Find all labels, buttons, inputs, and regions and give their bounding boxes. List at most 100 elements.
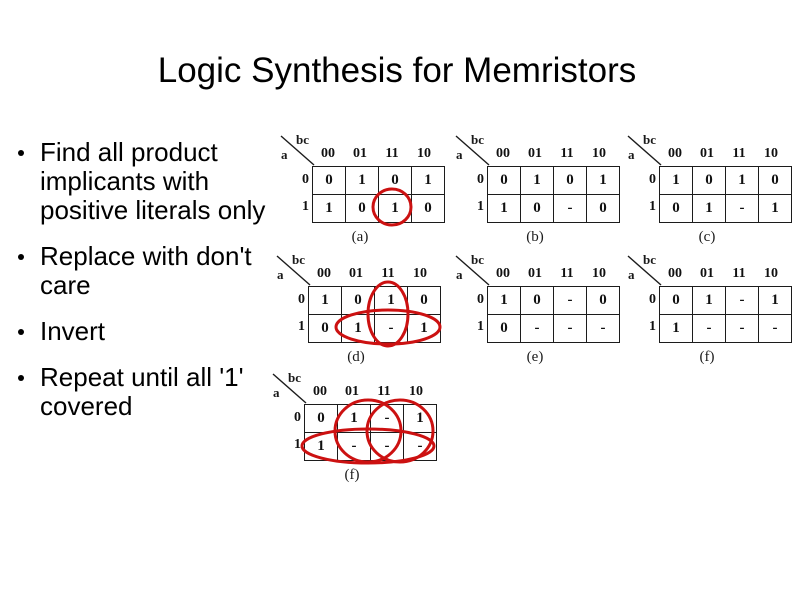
kmap-grid: 01011010 [312, 166, 445, 223]
kmap-cell: 0 [312, 166, 346, 195]
karnaugh-map-f1: bc a 00 01 11 10 0 1 0 1-1 1- - - (f) [627, 252, 792, 365]
list-item-label: Find all product implicants with positiv… [40, 137, 266, 225]
kmap-column-headers: 00 01 11 10 [487, 266, 615, 282]
table-row: 1010 [312, 194, 445, 223]
kmap-column-header: 10 [764, 266, 778, 281]
kmap-column-header: 01 [528, 146, 542, 161]
kmap-cell: 1 [304, 432, 338, 461]
kmap-column-header: 11 [377, 384, 391, 399]
kmap-cell: 0 [758, 166, 792, 195]
kmap-column-header: 11 [560, 146, 574, 161]
list-item: Find all product implicants with positiv… [18, 138, 270, 225]
kmap-col-axis-label: bc [292, 252, 305, 267]
kmap-cell: - [692, 314, 726, 343]
kmap-row-headers: 01 [467, 166, 484, 220]
kmap-row-headers: 01 [467, 286, 484, 340]
kmap-cell: 0 [586, 194, 620, 223]
kmap-cell: 0 [407, 286, 441, 315]
kmap-cell: 1 [374, 286, 408, 315]
kmap-caption: (a) [351, 229, 369, 245]
kmap-column-header: 00 [496, 266, 510, 281]
kmap-column-headers: 00 01 11 10 [659, 266, 787, 282]
kmap-column-headers: 00 01 11 10 [304, 384, 432, 400]
kmap-cell: 0 [692, 166, 726, 195]
kmap-cell: 1 [308, 286, 342, 315]
kmap-cell: 1 [692, 286, 726, 315]
karnaugh-map-a: bc a 00 01 11 10 0 1 0 1 0 1 1 0 1 0 (a) [280, 132, 445, 245]
kmap-column-headers: 00 01 11 10 [487, 146, 615, 162]
kmap-cell: - [520, 314, 554, 343]
kmap-column-header: 01 [349, 266, 363, 281]
kmap-grid: 101001-1 [308, 286, 441, 343]
kmap-cell: - [403, 432, 437, 461]
table-row: 0--- [487, 314, 620, 343]
kmap-col-axis-label: bc [643, 132, 656, 147]
table-row: 10-0 [487, 286, 620, 315]
kmap-cell: 1 [520, 166, 554, 195]
kmap-row-headers: 01 [288, 286, 305, 340]
table-row: 1--- [304, 432, 437, 461]
kmap-caption: (e) [526, 349, 544, 365]
kmap-cell: 0 [553, 166, 587, 195]
table-row: 1010 [659, 166, 792, 195]
kmap-row-header: 0 [649, 292, 656, 307]
kmap-row-headers: 01 [284, 404, 301, 458]
karnaugh-map-b: bc a 00 01 11 10 0 1 0 1 0 1 1 0-0 (b) [455, 132, 620, 245]
list-item: Invert [18, 315, 270, 346]
kmap-cell: 1 [692, 194, 726, 223]
kmap-column-header: 10 [764, 146, 778, 161]
kmap-row-headers: 01 [639, 286, 656, 340]
list-item-label: Replace with don't care [40, 240, 252, 300]
kmap-cell: 1 [659, 166, 693, 195]
kmap-column-header: 00 [668, 266, 682, 281]
kmap-cell: 0 [487, 314, 521, 343]
kmap-grid: 010110-0 [487, 166, 620, 223]
kmap-cell: 0 [345, 194, 379, 223]
kmap-cell: 0 [378, 166, 412, 195]
kmap-cell: 1 [487, 286, 521, 315]
kmap-cell: - [553, 286, 587, 315]
kmap-grid: 101001-1 [659, 166, 792, 223]
kmap-column-header: 00 [668, 146, 682, 161]
kmap-cell: 0 [586, 286, 620, 315]
kmap-column-header: 01 [353, 146, 367, 161]
kmap-cell: - [370, 404, 404, 433]
kmap-grid: 10-00--- [487, 286, 620, 343]
kmap-row-axis-label: a [281, 147, 288, 162]
kmap-col-axis-label: bc [471, 252, 484, 267]
list-item-label: Invert [40, 315, 106, 346]
list-item: Repeat until all '1' covered [18, 362, 270, 421]
kmap-row-header: 0 [302, 172, 309, 187]
kmap-column-header: 01 [700, 146, 714, 161]
bullet-marker-icon [18, 363, 40, 381]
kmap-column-header: 11 [381, 266, 395, 281]
kmap-cell: 1 [337, 404, 371, 433]
kmap-column-header: 11 [560, 266, 574, 281]
kmap-column-header: 10 [417, 146, 431, 161]
kmap-column-header: 00 [313, 384, 327, 399]
kmap-cell: - [725, 314, 759, 343]
kmap-caption: (c) [698, 229, 716, 245]
karnaugh-map-c: bc a 00 01 11 10 0 1 1 0 1 0 0 1-1 (c) [627, 132, 792, 245]
kmap-grid: 01-11--- [304, 404, 437, 461]
karnaugh-map-e: bc a 00 01 11 10 0 1 1 0-0 0- - - (e) [455, 252, 620, 365]
kmap-column-header: 00 [321, 146, 335, 161]
bullet-list: Find all product implicants with positiv… [18, 138, 270, 438]
kmap-column-header: 10 [592, 146, 606, 161]
kmap-row-axis-label: a [456, 267, 463, 282]
kmap-column-header: 11 [732, 146, 746, 161]
kmap-column-header: 00 [317, 266, 331, 281]
kmap-cell: 1 [411, 166, 445, 195]
kmap-cell: 1 [758, 194, 792, 223]
kmap-row-header: 1 [477, 199, 484, 214]
kmap-cell: 0 [520, 286, 554, 315]
page-title: Logic Synthesis for Memristors [157, 51, 637, 90]
kmap-row-axis-label: a [628, 147, 635, 162]
kmap-cell: - [725, 194, 759, 223]
kmap-cell: 1 [378, 194, 412, 223]
kmap-cell: 1 [758, 286, 792, 315]
kmap-row-header: 1 [294, 437, 301, 452]
kmap-cell: - [337, 432, 371, 461]
kmap-cell: 1 [725, 166, 759, 195]
kmap-caption: (d) [347, 349, 365, 365]
